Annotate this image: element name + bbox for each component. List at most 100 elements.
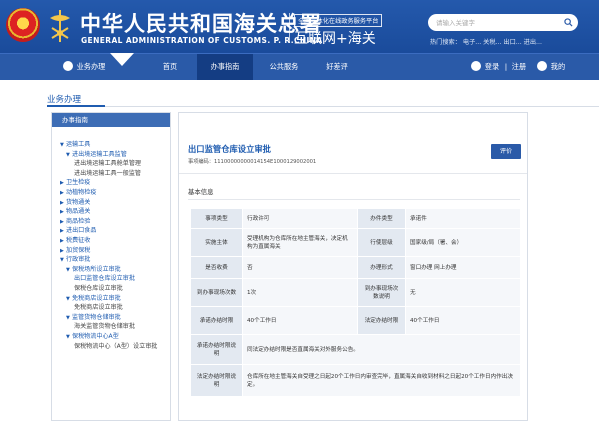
sidebar-tree-label: 出口监管仓库设立审批 [74, 275, 135, 283]
platform-name: 全国一体化在线政务服务平台 [294, 14, 383, 27]
sidebar-tree-item[interactable]: ▶ 卫生检疫 [60, 179, 90, 187]
nav-mine-label: 我的 [550, 62, 566, 71]
table-label: 法定办结时限说明 [190, 364, 243, 397]
table-row: 到办事现场次数 1次 到办事现场次数说明 无 [190, 278, 521, 307]
sidebar-tree-label: 进出境运输工具舱单管理 [74, 160, 142, 168]
table-row: 法定办结时限说明 仓库所在地主管海关自受理之日起20个工作日内审查完毕，直属海关… [190, 364, 521, 397]
sidebar-tree-item[interactable]: 进出境运输工具舱单管理 [74, 160, 141, 168]
sidebar-tree-item[interactable]: ▼ 进出境运输工具监管 [66, 151, 127, 159]
hot-search-links[interactable]: 热门搜索： 电子... 关税... 出口... 进出... [430, 37, 542, 46]
table-value: 行政许可 [242, 208, 358, 229]
sidebar-tree-item[interactable]: 进出境运输工具一般监管 [74, 170, 141, 178]
sidebar-tree-label: 免税商店设立审批 [74, 304, 123, 312]
table-label: 是否收费 [190, 256, 243, 279]
user-icon [470, 61, 481, 71]
search-input[interactable] [436, 14, 561, 31]
table-value: 国家级/局（署、会） [405, 228, 521, 257]
search-icon[interactable] [564, 18, 573, 27]
table-value: 窗口办理 网上办理 [405, 256, 521, 279]
basic-info-divider [188, 199, 520, 200]
table-label: 办理形式 [357, 256, 406, 279]
platform-slogan: 互联网+海关 [294, 31, 376, 47]
sidebar-tree-item[interactable]: ▼ 监管货物仓储审批 [66, 314, 121, 322]
rate-button[interactable]: 评价 [491, 144, 521, 159]
sidebar-tree-label: 免税商店设立审批 [72, 294, 121, 302]
table-row: 是否收费 否 办理形式 窗口办理 网上办理 [190, 256, 521, 279]
sidebar-tree-item[interactable]: 保税物流中心（A型）设立审批 [74, 343, 157, 351]
sidebar-tree-label: 海关监管货物仓储审批 [74, 323, 135, 331]
table-label: 承诺办结时限说明 [190, 334, 243, 365]
main-panel: 出口监管仓库设立审批 事项编码：11100000000014154E100012… [178, 112, 528, 421]
basic-info-heading: 基本信息 [188, 188, 214, 196]
sidebar-tree-label: 监管货物仓储审批 [72, 313, 121, 321]
nav-rating[interactable]: 好差评 [316, 54, 358, 80]
table-row: 承诺办结时限说明 同法定办结时限是否直属海关对外服务公告。 [190, 334, 521, 365]
sidebar-tree-item[interactable]: ▶ 进出口食品 [60, 227, 96, 235]
sidebar-tree-item[interactable]: ▶ 税费征收 [60, 237, 90, 245]
sidebar-tree-label: 货物通关 [66, 198, 91, 206]
nav-business[interactable]: 业务办理 [54, 54, 114, 80]
table-label: 法定办结时限 [357, 306, 406, 335]
sidebar-tree-item[interactable]: 海关监管货物仓储审批 [74, 323, 135, 331]
sidebar-tree-item[interactable]: 出口监管仓库设立审批 [74, 275, 135, 283]
sidebar-tree-item[interactable]: 保税仓库设立审批 [74, 285, 123, 293]
table-value: 受理机构为仓库所在地主管海关，决定机构为直属海关 [242, 228, 358, 257]
section-title: 业务办理 [47, 95, 82, 105]
sidebar-tree-item[interactable]: ▼ 行政审批 [60, 256, 90, 264]
nav-login-label: 登录 [484, 62, 500, 71]
nav-separator: | [504, 62, 508, 71]
sidebar-tree-item[interactable]: ▶ 物品通关 [60, 208, 90, 216]
site-title-cn: 中华人民共和国海关总署 [80, 12, 322, 36]
header-divider [289, 13, 290, 43]
sidebar-tree-label: 商品检验 [66, 217, 91, 225]
sidebar-tree-item[interactable]: ▶ 货物通关 [60, 199, 90, 207]
sidebar-tree-label: 卫生检疫 [66, 179, 91, 187]
table-value: 无 [405, 278, 521, 307]
sidebar-tree-label: 物品通关 [66, 208, 91, 216]
sidebar-tree-label: 加贸保税 [66, 246, 91, 254]
profile-icon [536, 61, 547, 71]
search-box[interactable] [428, 14, 578, 31]
business-icon [62, 61, 73, 71]
item-code: 事项编码：11100000000014154E1000129002001 [188, 159, 317, 165]
sidebar-tree-label: 进出境运输工具一般监管 [74, 169, 142, 177]
sidebar-tree-label: 税费征收 [66, 237, 91, 244]
nav-register[interactable]: 注册 [510, 54, 528, 80]
sidebar-header: 办事指南 [52, 113, 170, 127]
sidebar-tree-item[interactable]: ▼ 保税物流中心A型 [66, 333, 119, 341]
sidebar-tree-item[interactable]: ▼ 保税场所设立审批 [66, 266, 121, 274]
sidebar-tree-label: 保税物流中心（A型）设立审批 [74, 342, 158, 350]
sidebar-tree-item[interactable]: 免税商店设立审批 [74, 304, 123, 312]
sidebar-tree-label: 运输工具 [66, 141, 91, 148]
nav-pointer [110, 53, 134, 66]
nav-home[interactable]: 首页 [148, 54, 192, 80]
page-title: 出口监管仓库设立审批 [188, 144, 271, 154]
sidebar-tree-label: 进出口食品 [66, 227, 97, 235]
table-value: 同法定办结时限是否直属海关对外服务公告。 [242, 334, 521, 365]
section-divider-accent [47, 105, 105, 107]
nav-mine[interactable]: 我的 [534, 54, 568, 80]
table-row: 实施主体 受理机构为仓库所在地主管海关，决定机构为直属海关 行使层级 国家级/局… [190, 228, 521, 257]
national-emblem-icon [6, 8, 40, 42]
sidebar-tree-label: 保税场所设立审批 [72, 265, 121, 273]
table-value: 40个工作日 [242, 306, 358, 335]
sidebar-tree-label: 进出境运输工具监管 [72, 150, 127, 158]
nav-business-label: 业务办理 [76, 62, 106, 71]
sidebar-tree-item[interactable]: ▶ 商品检验 [60, 218, 90, 226]
site-title-en: GENERAL ADMINISTRATION OF CUSTOMS. P. R.… [81, 36, 323, 45]
table-row: 事项类型 行政许可 办件类型 承诺件 [190, 208, 521, 229]
table-label: 到办事现场次数 [190, 278, 243, 307]
nav-login[interactable]: 登录 [467, 54, 503, 80]
nav-guide[interactable]: 办事指南 [197, 54, 253, 80]
section-divider [47, 106, 599, 107]
sidebar-tree-item[interactable]: ▼ 免税商店设立审批 [66, 295, 121, 303]
title-divider [179, 173, 527, 174]
sidebar-tree-item[interactable]: ▼ 运输工具 [60, 141, 90, 149]
table-value: 1次 [242, 278, 358, 307]
table-value: 40个工作日 [405, 306, 521, 335]
table-label: 行使层级 [357, 228, 406, 257]
nav-public-service[interactable]: 公共服务 [258, 54, 310, 80]
table-value: 仓库所在地主管海关自受理之日起20个工作日内审查完毕，直属海关自收到材料之日起2… [242, 364, 521, 397]
sidebar-tree-item[interactable]: ▶ 加贸保税 [60, 247, 90, 255]
sidebar-tree-item[interactable]: ▶ 动植物检疫 [60, 189, 96, 197]
